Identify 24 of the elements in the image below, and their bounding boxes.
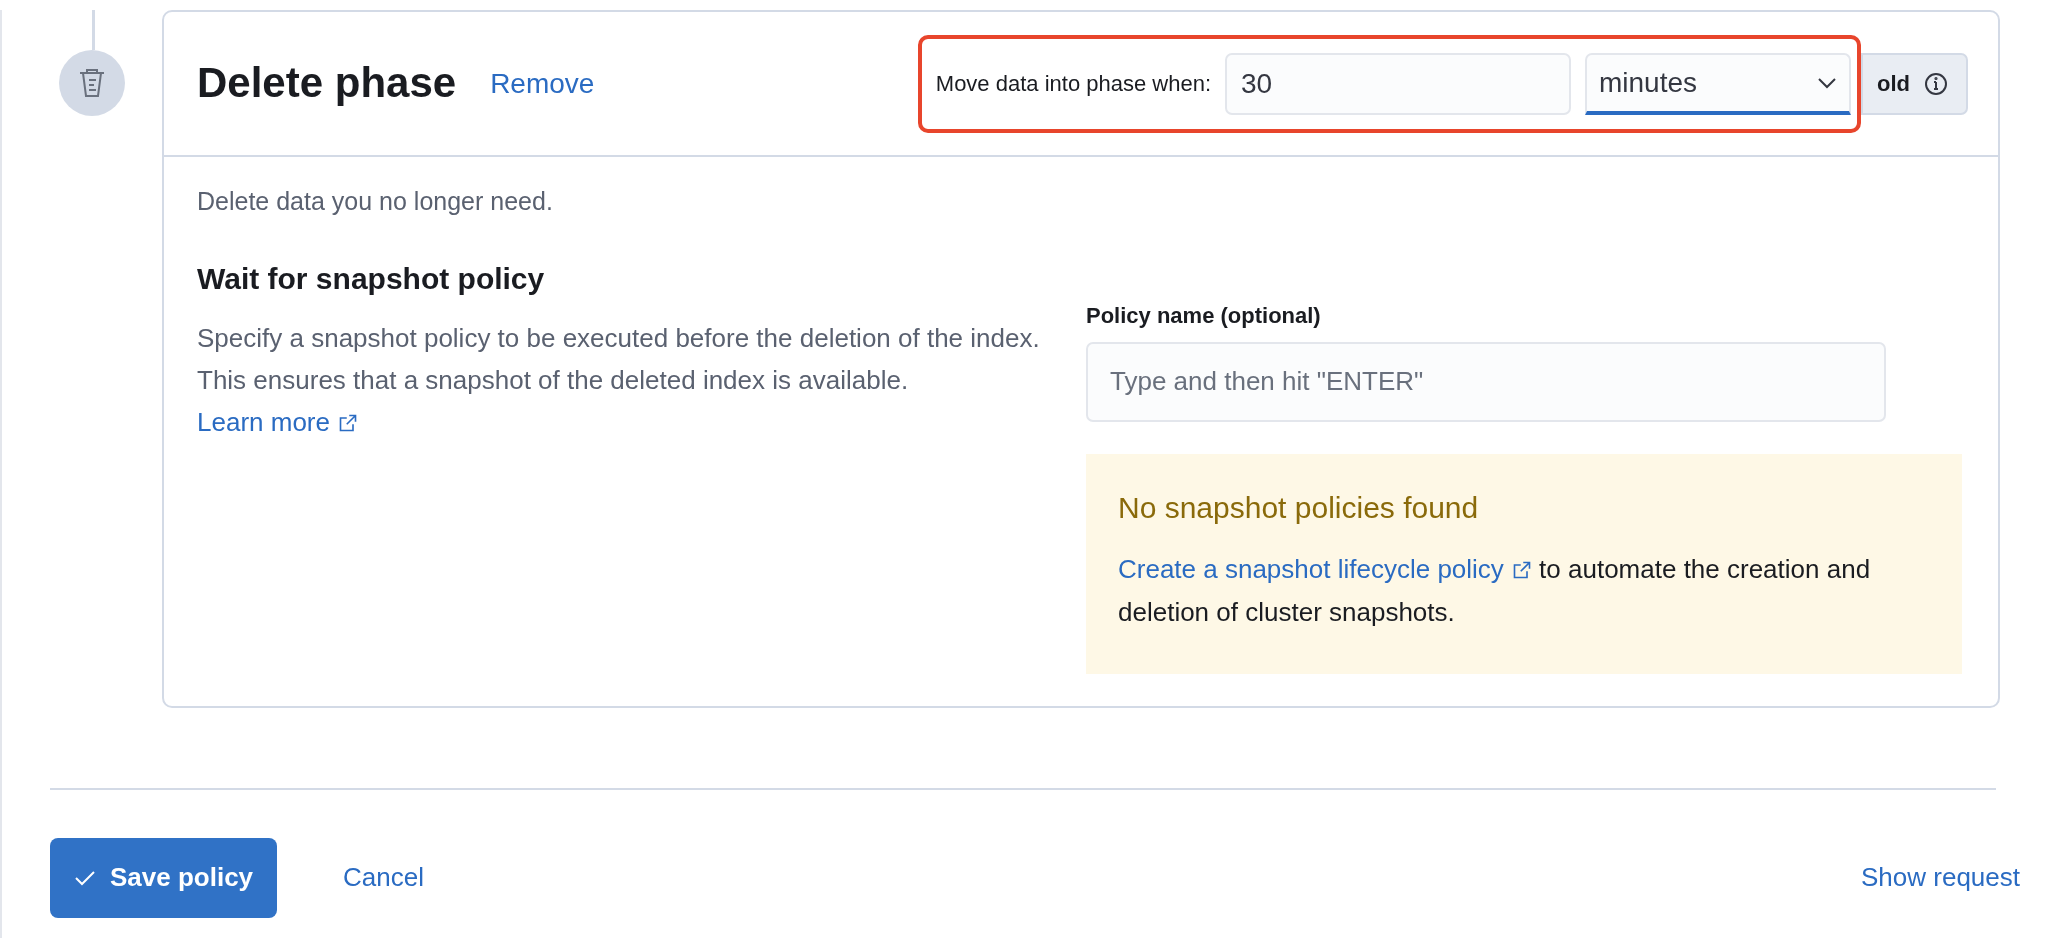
phase-description: Delete data you no longer need. bbox=[197, 186, 554, 217]
unit-select[interactable]: minutes bbox=[1585, 52, 1851, 115]
create-policy-link[interactable]: Create a snapshot lifecycle policy bbox=[1118, 553, 1532, 584]
external-link-icon bbox=[337, 412, 358, 433]
check-icon bbox=[74, 869, 96, 886]
section-title: Wait for snapshot policy bbox=[197, 260, 546, 297]
field-label: Policy name (optional) bbox=[1086, 301, 1322, 330]
section-description: Specify a snapshot policy to be executed before the deletion of the index. This ensures that a snapshot of the deleted index is available. Learn more bbox=[197, 321, 1041, 439]
show-request-link[interactable]: Show request bbox=[1861, 858, 2020, 897]
callout-text: Create a snapshot lifecycle policy to automate the creation and deletion of cluster snapshots. bbox=[1118, 552, 1872, 629]
cancel-link[interactable]: Cancel bbox=[343, 858, 424, 897]
external-link-icon bbox=[1511, 559, 1532, 580]
remove-link[interactable]: Remove bbox=[490, 62, 595, 105]
learn-more-link[interactable]: Learn more bbox=[197, 406, 358, 437]
timing-label: Move data into phase when: bbox=[935, 70, 1211, 98]
policy-name-field[interactable]: Type and then hit "ENTER" bbox=[1086, 341, 1886, 422]
number-input[interactable]: 30 bbox=[1225, 52, 1571, 115]
phase-title: Delete phase bbox=[197, 58, 457, 109]
save-button[interactable]: Save policy bbox=[50, 837, 278, 918]
callout-title: No snapshot policies found bbox=[1118, 489, 1480, 526]
trash-icon bbox=[77, 67, 107, 99]
info-icon[interactable] bbox=[1924, 71, 1948, 96]
chevron-down-icon bbox=[1817, 76, 1837, 89]
append-text: old bbox=[1877, 70, 1910, 98]
